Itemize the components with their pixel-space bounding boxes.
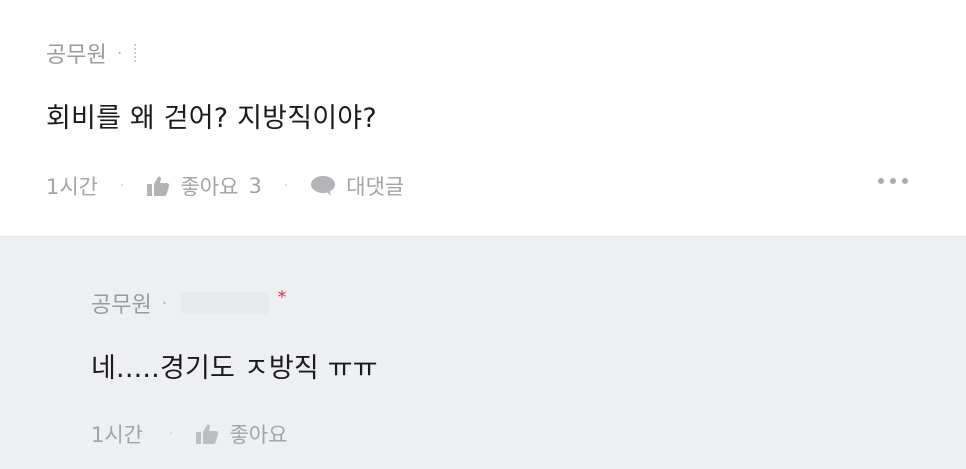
comment: 공무원 · 회비를 왜 걷어? 지방직이야? 1시간 · 좋아요 3 · 대댓글 <box>0 0 966 237</box>
reply-meta: 1시간 · 좋아요 <box>91 419 287 449</box>
comment-author-line: 공무원 · <box>46 37 142 69</box>
reply-comment: 공무원 · * 네.....경기도 ㅈ방직 ㅠㅠ 1시간 · 좋아요 <box>0 237 966 469</box>
comment-like-button[interactable]: 좋아요 3 <box>146 171 262 201</box>
comment-reply-button[interactable]: 대댓글 <box>310 171 404 201</box>
comment-reply-label: 대댓글 <box>346 175 405 199</box>
meta-separator: · <box>169 426 174 442</box>
comment-time: 1시간 <box>46 175 99 199</box>
comment-author-name[interactable]: 공무원 <box>46 37 107 69</box>
reply-author-masked-nickname <box>181 292 270 314</box>
more-dots-icon <box>890 178 896 184</box>
comment-author-masked-nickname <box>134 44 142 62</box>
author-badge: * <box>277 286 287 308</box>
reply-time: 1시간 <box>91 423 144 447</box>
more-options-button[interactable] <box>878 178 908 184</box>
author-separator: · <box>116 42 123 64</box>
more-dots-icon <box>902 178 908 184</box>
reply-author-name[interactable]: 공무원 <box>91 287 152 319</box>
comment-like-count: 3 <box>248 174 262 198</box>
thumbs-up-icon <box>146 175 170 197</box>
author-separator: · <box>161 292 168 314</box>
reply-body: 네.....경기도 ㅈ방직 ㅠㅠ <box>91 353 378 384</box>
comment-body: 회비를 왜 걷어? 지방직이야? <box>46 103 377 134</box>
comment-like-label: 좋아요 <box>180 175 239 199</box>
speech-bubble-icon <box>310 175 336 197</box>
meta-separator: · <box>120 178 125 194</box>
more-dots-icon <box>878 178 884 184</box>
reply-like-label: 좋아요 <box>229 423 288 447</box>
meta-separator: · <box>283 178 289 194</box>
reply-like-button[interactable]: 좋아요 <box>195 419 287 449</box>
reply-author-line: 공무원 · * <box>91 287 286 319</box>
comment-meta: 1시간 · 좋아요 3 · 대댓글 <box>46 171 404 201</box>
thumbs-up-icon <box>195 423 219 445</box>
